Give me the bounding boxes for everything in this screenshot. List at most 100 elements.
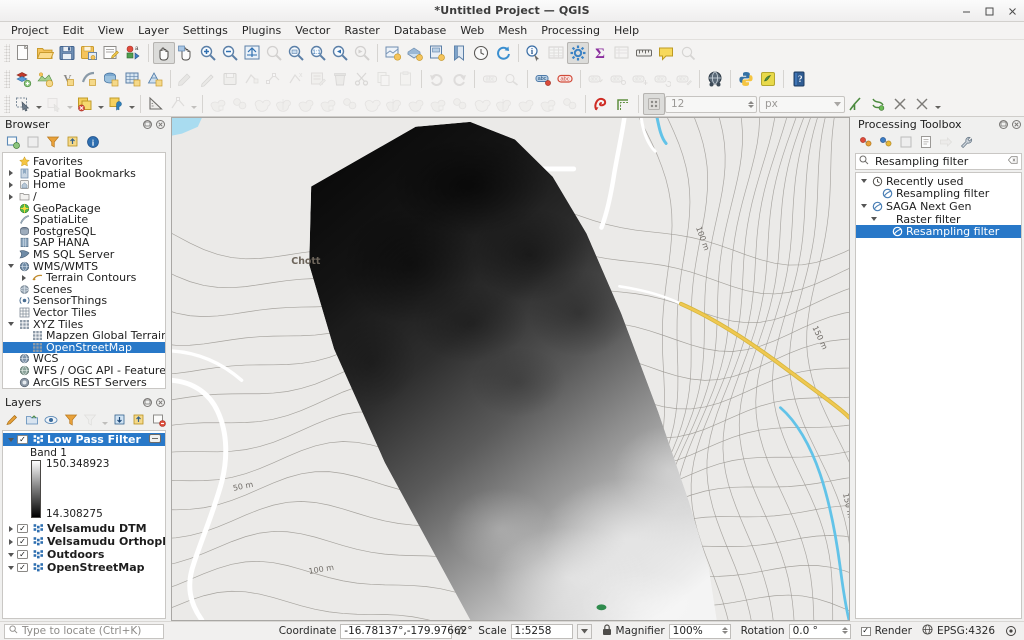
pan-map-button[interactable] <box>153 42 175 64</box>
deselect-features-button[interactable] <box>74 93 96 115</box>
processing-feature-15-button[interactable] <box>515 93 537 115</box>
open-osm-button[interactable] <box>704 68 726 90</box>
expander-1[interactable] <box>5 170 17 176</box>
new-print-layout-2-button[interactable] <box>426 42 448 64</box>
menu-project[interactable]: Project <box>4 22 56 40</box>
new-project-button[interactable] <box>12 42 34 64</box>
expander-14[interactable] <box>5 322 17 326</box>
browser-item-mapzen-global-terrain[interactable]: Mapzen Global Terrain <box>3 330 165 342</box>
topological-editing-button[interactable] <box>867 93 889 115</box>
redo-button[interactable] <box>448 68 470 90</box>
manage-layer-visibility-button[interactable] <box>42 411 61 429</box>
multi-edit-button[interactable] <box>307 68 329 90</box>
extent-toggle-icon[interactable] <box>456 624 468 639</box>
layer-expander-2[interactable] <box>5 539 17 545</box>
move-label-button[interactable]: abc <box>629 68 651 90</box>
layers-float-button[interactable] <box>142 398 152 408</box>
add-mesh-layer-button[interactable] <box>144 68 166 90</box>
render-section[interactable]: Render <box>856 622 917 640</box>
label-toggle-button[interactable]: abc <box>479 68 501 90</box>
digitize-dropdown[interactable] <box>189 93 198 115</box>
help-button[interactable]: ? <box>788 68 810 90</box>
toggle-display-labels-button[interactable]: abc <box>554 68 576 90</box>
change-label-button[interactable]: abc <box>673 68 695 90</box>
open-layer-styling-panel-button[interactable] <box>3 411 22 429</box>
coordinate-value[interactable]: -16.78137°,-179.97662° <box>340 624 452 639</box>
rotate-label-button[interactable]: abc <box>651 68 673 90</box>
browser-tree[interactable]: FavoritesSpatial BookmarksHome/GeoPackag… <box>2 152 166 389</box>
browser-item-vector-tiles[interactable]: Vector Tiles <box>3 307 165 319</box>
processing-feature-6-button[interactable] <box>317 93 339 115</box>
browser-item-ms-sql-server[interactable]: MS SQL Server <box>3 249 165 261</box>
processing-feature-16-button[interactable] <box>537 93 559 115</box>
vertex-tool-button[interactable] <box>263 68 285 90</box>
new-print-layout-button[interactable] <box>100 42 122 64</box>
digitize-tool-button[interactable] <box>167 93 189 115</box>
zoom-next-button[interactable] <box>351 42 373 64</box>
layer-expander-1[interactable] <box>5 526 17 532</box>
processing-feature-12-button[interactable] <box>449 93 471 115</box>
add-selected-layers-button[interactable] <box>3 133 22 151</box>
menu-processing[interactable]: Processing <box>534 22 607 40</box>
layer-item-outdoors[interactable]: Outdoors <box>3 548 165 561</box>
add-wms-layer-button[interactable] <box>122 68 144 90</box>
highlight-pinned-labels-button[interactable]: abc <box>532 68 554 90</box>
create-new-model-button[interactable] <box>876 133 895 151</box>
save-project-as-button[interactable] <box>78 42 100 64</box>
rotation-value[interactable]: 0.0 ° <box>789 624 851 639</box>
temporal-controller-button[interactable] <box>470 42 492 64</box>
layer-visibility-checkbox[interactable] <box>17 537 28 546</box>
filter-expression-dropdown[interactable] <box>101 411 110 429</box>
zoom-in-button[interactable] <box>197 42 219 64</box>
select-features-dropdown[interactable] <box>34 93 43 115</box>
open-project-button[interactable] <box>34 42 56 64</box>
processing-feature-3-button[interactable] <box>251 93 273 115</box>
map-tips-button[interactable] <box>655 42 677 64</box>
options-button[interactable] <box>956 133 975 151</box>
snap-units-combo[interactable]: px <box>759 96 845 113</box>
layer-item-low-pass-filter[interactable]: Low Pass Filter <box>3 433 165 446</box>
select-features-button[interactable] <box>677 42 699 64</box>
pan-to-selection-button[interactable] <box>175 42 197 64</box>
menu-web[interactable]: Web <box>453 22 491 40</box>
measure-tool-button[interactable] <box>145 93 167 115</box>
style-manager-button[interactable]: a <box>122 42 144 64</box>
processing-item-resampling-filter[interactable]: Resampling filter <box>856 225 1021 238</box>
layer-item-velsamudu-dtm[interactable]: Velsamudu DTM <box>3 522 165 535</box>
layer-visibility-checkbox[interactable] <box>17 550 28 559</box>
browser-item-terrain-contours[interactable]: Terrain Contours <box>3 272 165 284</box>
snap-tolerance-stepper[interactable] <box>748 101 754 108</box>
select-expr-dropdown[interactable] <box>65 93 74 115</box>
magnifier-value[interactable]: 100% <box>669 624 731 639</box>
layer-indicator-icon[interactable] <box>149 433 161 446</box>
zoom-last-button[interactable] <box>329 42 351 64</box>
messages-button[interactable] <box>1000 622 1024 640</box>
layer-visibility-checkbox[interactable] <box>17 435 28 444</box>
browser-item-xyz-tiles[interactable]: XYZ Tiles <box>3 318 165 330</box>
expander-9[interactable] <box>5 264 17 268</box>
browser-item-sap-hana[interactable]: SAP HANA <box>3 237 165 249</box>
refresh-button[interactable] <box>492 42 514 64</box>
collapse-all-button[interactable] <box>130 411 149 429</box>
browser-item-arcgis-rest-servers[interactable]: ArcGIS REST Servers <box>3 376 165 388</box>
identify-features-button[interactable]: i <box>523 42 545 64</box>
rotation-stepper[interactable] <box>842 627 848 634</box>
enable-snapping-button[interactable] <box>643 93 665 115</box>
menu-help[interactable]: Help <box>607 22 646 40</box>
results-viewer-button[interactable] <box>916 133 935 151</box>
select-value-button[interactable] <box>105 93 127 115</box>
processing-feature-5-button[interactable] <box>295 93 317 115</box>
browser-item-spatial-bookmarks[interactable]: Spatial Bookmarks <box>3 168 165 180</box>
toggle-editing-button[interactable] <box>197 68 219 90</box>
add-postgis-layer-button[interactable] <box>100 68 122 90</box>
browser-item-postgresql[interactable]: PostgreSQL <box>3 226 165 238</box>
processing-search-box[interactable] <box>855 153 1022 170</box>
layer-expander-4[interactable] <box>5 566 17 570</box>
save-project-button[interactable] <box>56 42 78 64</box>
map-canvas[interactable]: Chott50 m100 m100 m150 m150 m <box>172 118 849 620</box>
browser-item-favorites[interactable]: Favorites <box>3 156 165 168</box>
select-features-by-area-button[interactable] <box>12 93 34 115</box>
minimize-button[interactable] <box>961 6 972 17</box>
browser-float-button[interactable] <box>142 120 152 130</box>
processing-feature-4-button[interactable] <box>273 93 295 115</box>
